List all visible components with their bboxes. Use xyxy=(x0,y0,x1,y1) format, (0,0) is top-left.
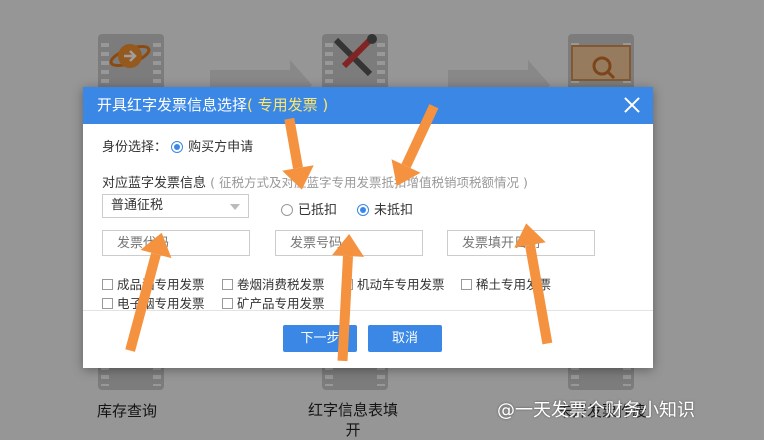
checkbox-label: 矿产品专用发票 xyxy=(237,296,325,311)
checkbox-label: 电子烟专用发票 xyxy=(117,296,205,311)
checkbox-icon xyxy=(461,279,472,290)
checkbox-icon xyxy=(102,298,113,309)
invoice-date-input[interactable] xyxy=(447,230,595,256)
close-icon[interactable] xyxy=(623,96,641,114)
deducted-label: 已抵扣 xyxy=(298,203,338,218)
identity-label: 身份选择： xyxy=(102,140,168,155)
red-invoice-dialog: 开具红字发票信息选择( 专用发票 ) 身份选择： 购买方申请 对应蓝字发票信息 … xyxy=(83,87,653,368)
blue-info-label: 对应蓝字发票信息 xyxy=(102,176,207,191)
dialog-title-subtype: ( 专用发票 ) xyxy=(247,96,329,114)
blue-info-row: 对应蓝字发票信息 ( 征税方式及对应蓝字专用发票抵扣增值税销项税额情况 ) xyxy=(102,172,528,191)
radio-icon xyxy=(281,204,293,216)
tax-mode-value: 普通征税 xyxy=(111,198,164,213)
checkbox-label: 卷烟消费税发票 xyxy=(237,277,325,292)
deduction-radio-not-deducted[interactable]: 未抵扣 xyxy=(357,199,413,218)
not-deducted-label: 未抵扣 xyxy=(374,203,414,218)
invoice-code-input[interactable] xyxy=(102,230,250,256)
invoice-number-input[interactable] xyxy=(275,230,423,256)
watermark: @一天发票个财务小知识 xyxy=(497,400,695,421)
blue-info-hint: ( 征税方式及对应蓝字专用发票抵扣增值税销项税额情况 ) xyxy=(210,175,528,190)
dialog-title: 开具红字发票信息选择 xyxy=(97,96,248,114)
tax-mode-select[interactable]: 普通征税 xyxy=(102,194,249,218)
checkbox-label: 机动车专用发票 xyxy=(357,277,445,292)
checkbox-motor-vehicle[interactable]: 机动车专用发票 xyxy=(342,274,445,293)
checkbox-refined-oil[interactable]: 成品油专用发票 xyxy=(102,274,205,293)
next-button[interactable]: 下一步 xyxy=(283,325,357,352)
checkbox-tobacco[interactable]: 卷烟消费税发票 xyxy=(222,274,325,293)
identity-row: 身份选择： 购买方申请 xyxy=(102,136,253,155)
checkbox-icon xyxy=(102,279,113,290)
checkbox-icon xyxy=(342,279,353,290)
checkbox-icon xyxy=(222,279,233,290)
checkbox-label: 成品油专用发票 xyxy=(117,277,205,292)
identity-option-label: 购买方申请 xyxy=(188,140,254,155)
cancel-button[interactable]: 取消 xyxy=(368,325,442,352)
dialog-title-bar: 开具红字发票信息选择( 专用发票 ) xyxy=(83,87,653,124)
deduction-radio-deducted[interactable]: 已抵扣 xyxy=(281,199,337,218)
identity-radio-buyer[interactable]: 购买方申请 xyxy=(171,140,253,155)
checkbox-rare-earth[interactable]: 稀土专用发票 xyxy=(461,274,551,293)
checkbox-label: 稀土专用发票 xyxy=(476,277,552,292)
radio-icon xyxy=(171,141,184,153)
radio-icon xyxy=(357,204,369,216)
footer-divider xyxy=(83,310,653,311)
chevron-down-icon xyxy=(230,204,240,210)
checkbox-icon xyxy=(222,298,233,309)
